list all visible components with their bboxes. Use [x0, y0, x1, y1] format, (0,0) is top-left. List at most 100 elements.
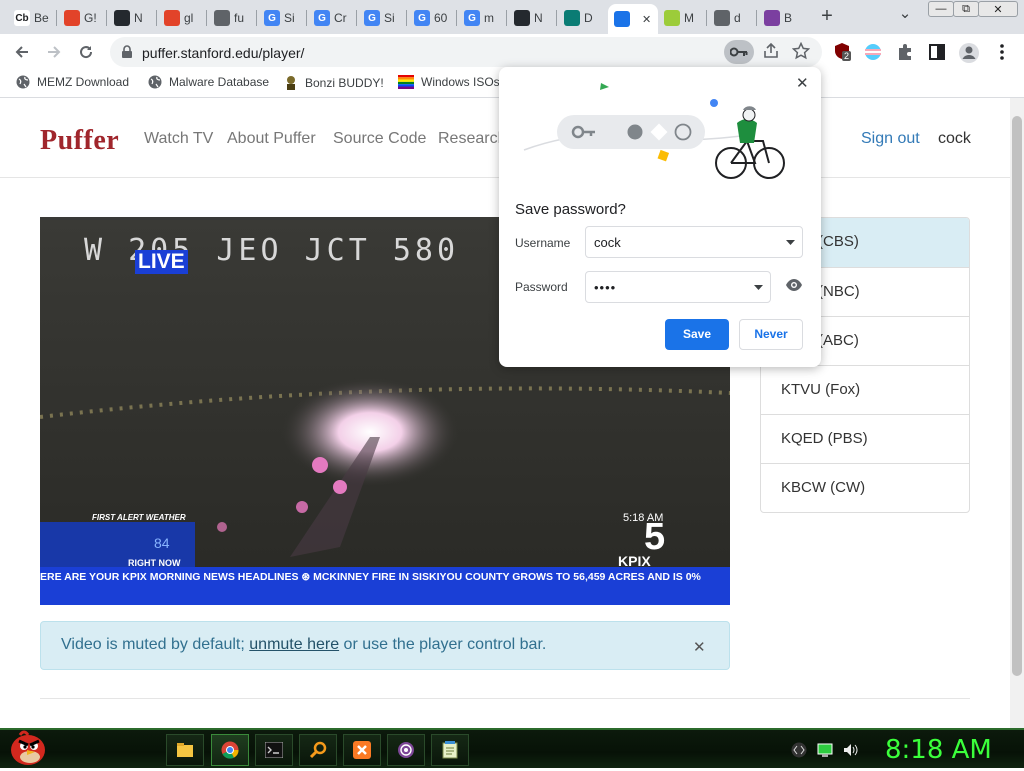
browser-toolbar: puffer.stanford.edu/player/ 2	[0, 34, 1024, 70]
minimize-button[interactable]: —	[928, 1, 954, 17]
tab-4[interactable]: fu	[208, 4, 254, 32]
bookmark-label: MEMZ Download	[37, 75, 130, 89]
windows-flag-icon	[398, 75, 414, 89]
password-key-button[interactable]	[724, 40, 754, 64]
new-tab-button[interactable]: +	[816, 5, 838, 29]
tab-14[interactable]: d	[708, 4, 754, 32]
right-now-label: RIGHT NOW	[128, 558, 181, 568]
tab-separator	[756, 10, 757, 26]
tab-13[interactable]: M	[658, 4, 704, 32]
profile-button[interactable]	[958, 42, 980, 64]
tab-15[interactable]: B	[758, 4, 804, 32]
scrollbar-thumb[interactable]	[1012, 116, 1022, 676]
close-window-button[interactable]: ✕	[978, 1, 1018, 17]
tab-12[interactable]: ✕	[608, 4, 658, 34]
taskbar: 8:18 AM	[0, 728, 1024, 768]
chrome-menu-button[interactable]	[992, 42, 1012, 64]
address-bar[interactable]: puffer.stanford.edu/player/	[110, 37, 822, 67]
tab-10[interactable]: N	[508, 4, 554, 32]
tab-6[interactable]: G Cr	[308, 4, 354, 32]
taskbar-notepad[interactable]	[431, 734, 469, 766]
start-button[interactable]	[6, 726, 50, 768]
google-icon: G	[364, 10, 380, 26]
channel-item-fox[interactable]: KTVU (Fox)	[761, 365, 969, 414]
password-label: Password	[515, 280, 568, 294]
tab-label: 60	[434, 11, 448, 25]
tray-volume-button[interactable]	[842, 742, 858, 758]
extension-translate-button[interactable]	[864, 43, 884, 63]
tab-11[interactable]: D	[558, 4, 604, 32]
bookmark-malware-db[interactable]: Malware Database	[148, 75, 269, 89]
nav-about[interactable]: About Puffer	[227, 130, 316, 148]
tab-3[interactable]: gl	[158, 4, 204, 32]
tab-strip: Cb Be G! Ngl fu G Si G Cr G Si G 60 Gm N D ✕ Md B + ⌄ — ⧉ …	[0, 0, 1024, 34]
taskbar-search[interactable]	[299, 734, 337, 766]
tab-2[interactable]: N	[108, 4, 154, 32]
notepad-icon	[442, 741, 458, 759]
temperature-label: 84	[154, 535, 170, 551]
tab-7[interactable]: G Si	[358, 4, 404, 32]
tab-label: Cr	[334, 11, 347, 25]
username-select[interactable]: cock	[585, 226, 803, 258]
tab-label: Si	[284, 11, 295, 25]
bookmark-bonzi[interactable]: Bonzi BUDDY!	[284, 75, 384, 91]
nav-watch-tv[interactable]: Watch TV	[144, 130, 213, 148]
save-button[interactable]: Save	[665, 319, 729, 350]
tray-network-button[interactable]	[817, 742, 833, 758]
teal-app-icon	[564, 10, 580, 26]
password-select[interactable]: ••••	[585, 271, 771, 303]
side-panel-button[interactable]	[928, 43, 948, 63]
dialog-close-button[interactable]: ✕	[796, 74, 809, 92]
restore-button[interactable]: ⧉	[953, 1, 979, 17]
tab-separator	[456, 10, 457, 26]
back-button[interactable]	[10, 40, 34, 64]
tab-8[interactable]: G 60	[408, 4, 454, 32]
bookmark-memz[interactable]: MEMZ Download	[16, 75, 129, 89]
taskbar-file-explorer[interactable]	[166, 734, 204, 766]
gitlab-icon	[64, 10, 80, 26]
tray-arrows-button[interactable]	[791, 742, 807, 758]
tab-close-icon[interactable]: ✕	[642, 13, 651, 26]
nav-source-code[interactable]: Source Code	[333, 130, 426, 148]
extensions-button[interactable]	[896, 43, 916, 63]
channel-item-cw[interactable]: KBCW (CW)	[761, 463, 969, 512]
reload-button[interactable]	[74, 40, 98, 64]
tab-0[interactable]: Cb Be	[8, 4, 54, 32]
lock-icon	[122, 45, 132, 58]
taskbar-xampp[interactable]	[343, 734, 381, 766]
tab-1[interactable]: G!	[58, 4, 104, 32]
share-button[interactable]	[762, 42, 782, 62]
bonzi-icon	[764, 10, 780, 26]
gitlab-icon	[164, 10, 180, 26]
tab-5[interactable]: G Si	[258, 4, 304, 32]
side-panel-icon	[929, 44, 945, 60]
taskbar-cmd[interactable]	[255, 734, 293, 766]
kebab-menu-icon	[1000, 44, 1004, 60]
bookmark-star-button[interactable]	[791, 41, 812, 62]
alert-text-before: Video is muted by default;	[61, 636, 250, 653]
never-button[interactable]: Never	[739, 319, 803, 350]
forward-button[interactable]	[42, 40, 66, 64]
tab-separator	[406, 10, 407, 26]
pride-flag-icon	[865, 44, 881, 60]
taskbar-chrome[interactable]	[211, 734, 249, 766]
tab-label: B	[784, 11, 793, 25]
cmd-icon	[265, 742, 283, 758]
dialog-title: Save password?	[515, 201, 626, 218]
bookmark-windows-isos[interactable]: Windows ISOs	[398, 75, 500, 89]
tab-9[interactable]: Gm	[458, 4, 504, 32]
channel-label: KTVU (Fox)	[781, 381, 861, 398]
globe-icon	[714, 10, 730, 26]
taskbar-clock[interactable]: 8:18 AM	[885, 735, 992, 765]
reveal-password-button[interactable]	[785, 278, 805, 296]
channel-item-pbs[interactable]: KQED (PBS)	[761, 414, 969, 463]
tab-search-button[interactable]: ⌄	[896, 4, 914, 26]
sign-out-link[interactable]: Sign out	[861, 130, 920, 148]
unmute-link[interactable]: unmute here	[249, 636, 339, 653]
extension-ublock-button[interactable]: 2	[834, 42, 854, 64]
taskbar-tor[interactable]	[387, 734, 425, 766]
puffer-logo[interactable]: Puffer	[40, 125, 119, 157]
page-scrollbar[interactable]	[1010, 98, 1024, 728]
nav-research[interactable]: Research	[438, 130, 506, 148]
alert-close-button[interactable]: ✕	[693, 638, 706, 656]
